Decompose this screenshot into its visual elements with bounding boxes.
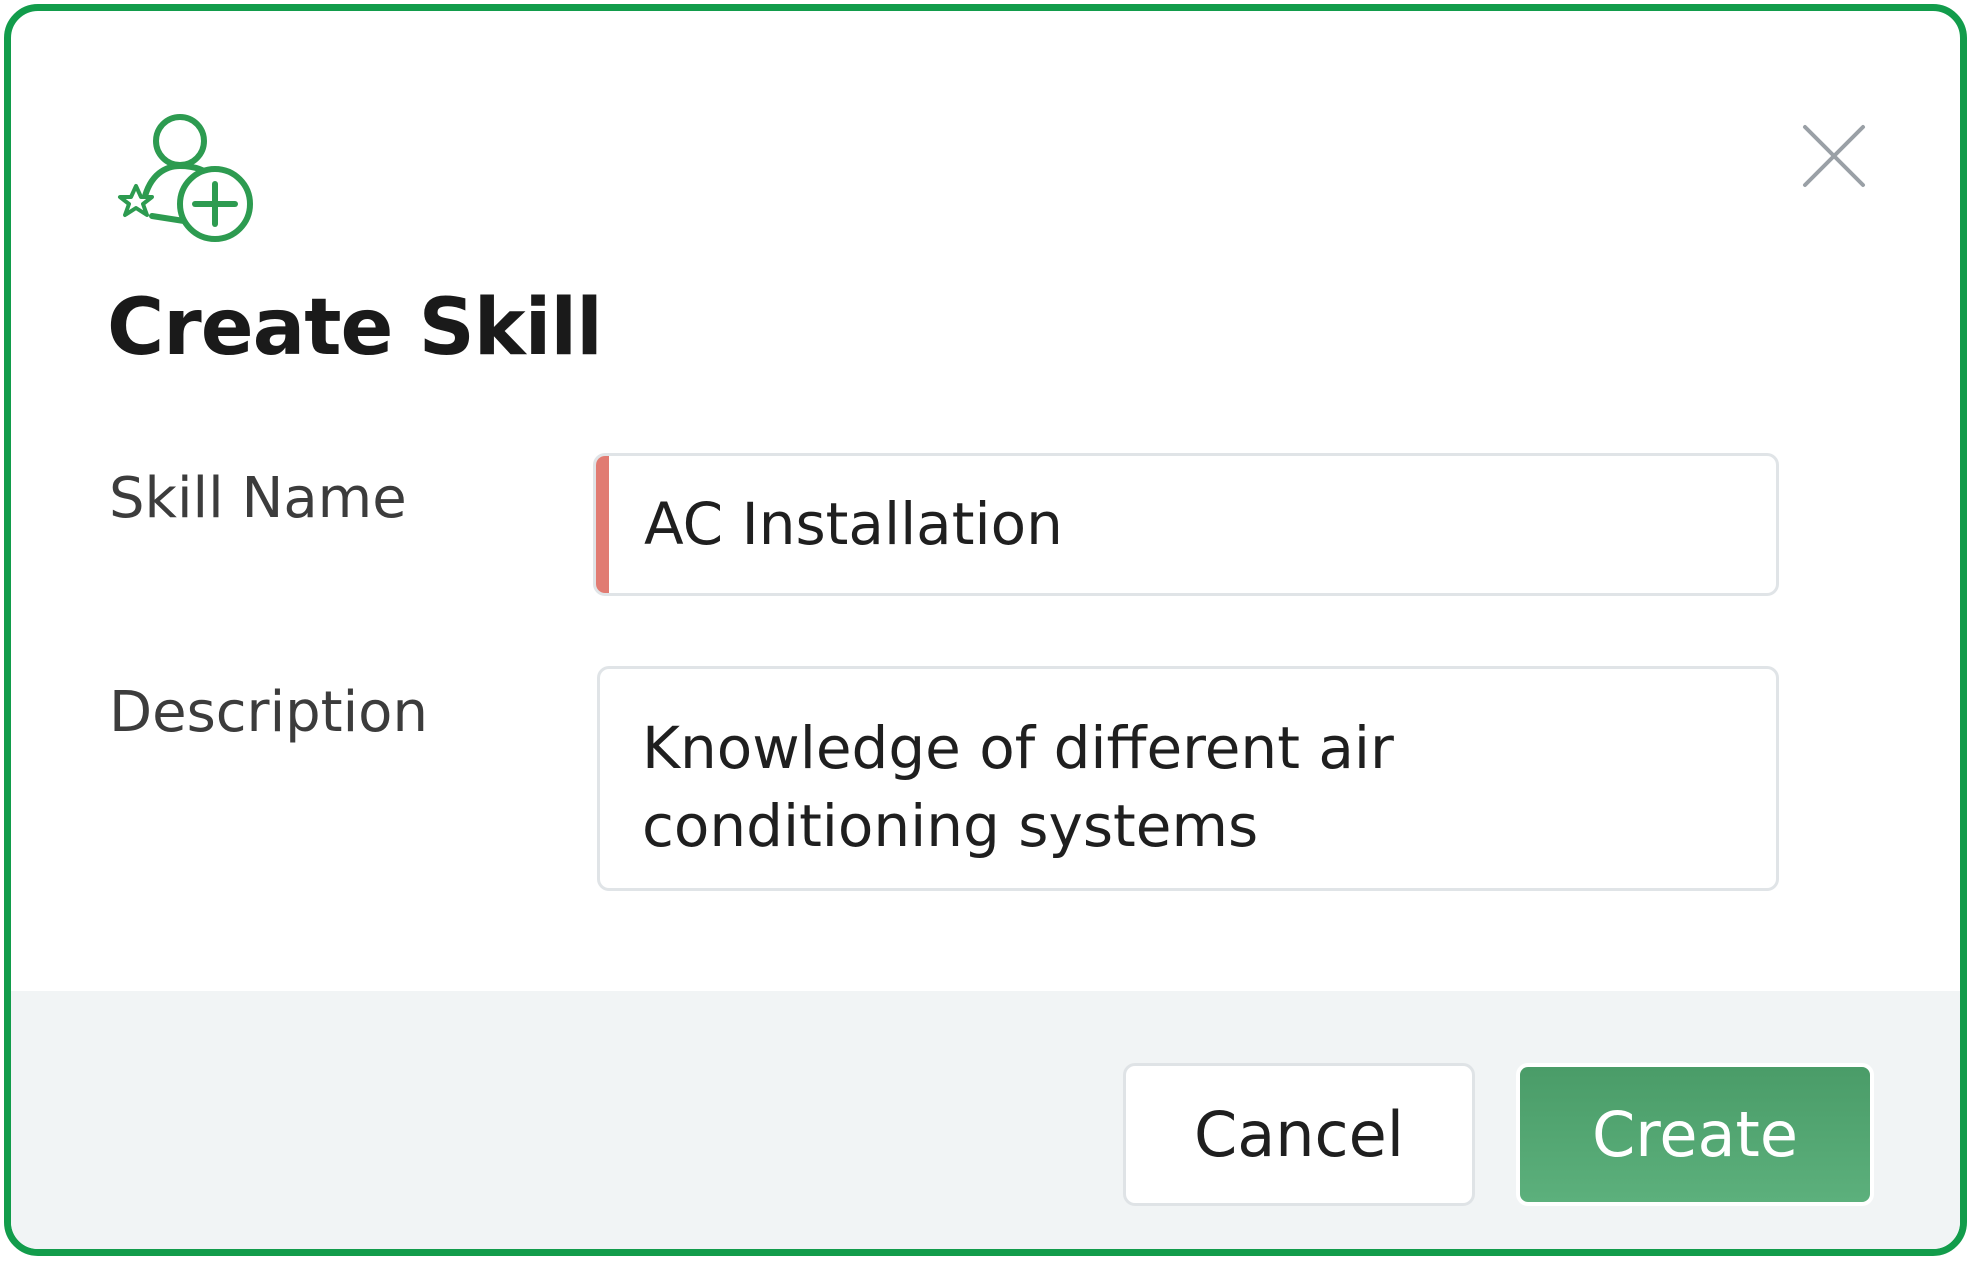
cancel-button[interactable]: Cancel [1123, 1063, 1475, 1206]
close-icon[interactable] [1799, 121, 1869, 191]
create-skill-dialog: Create Skill Skill Name AC Installation … [4, 4, 1967, 1256]
description-value: Knowledge of different air conditioning … [642, 714, 1394, 860]
skill-name-label: Skill Name [109, 466, 407, 531]
description-label: Description [109, 680, 428, 745]
skill-name-value: AC Installation [644, 490, 1063, 558]
add-skill-user-icon [118, 114, 253, 242]
create-button[interactable]: Create [1516, 1063, 1874, 1206]
dialog-title: Create Skill [107, 283, 603, 373]
required-indicator [596, 456, 609, 593]
skill-name-input[interactable]: AC Installation [593, 453, 1779, 596]
description-textarea[interactable]: Knowledge of different air conditioning … [597, 666, 1779, 891]
